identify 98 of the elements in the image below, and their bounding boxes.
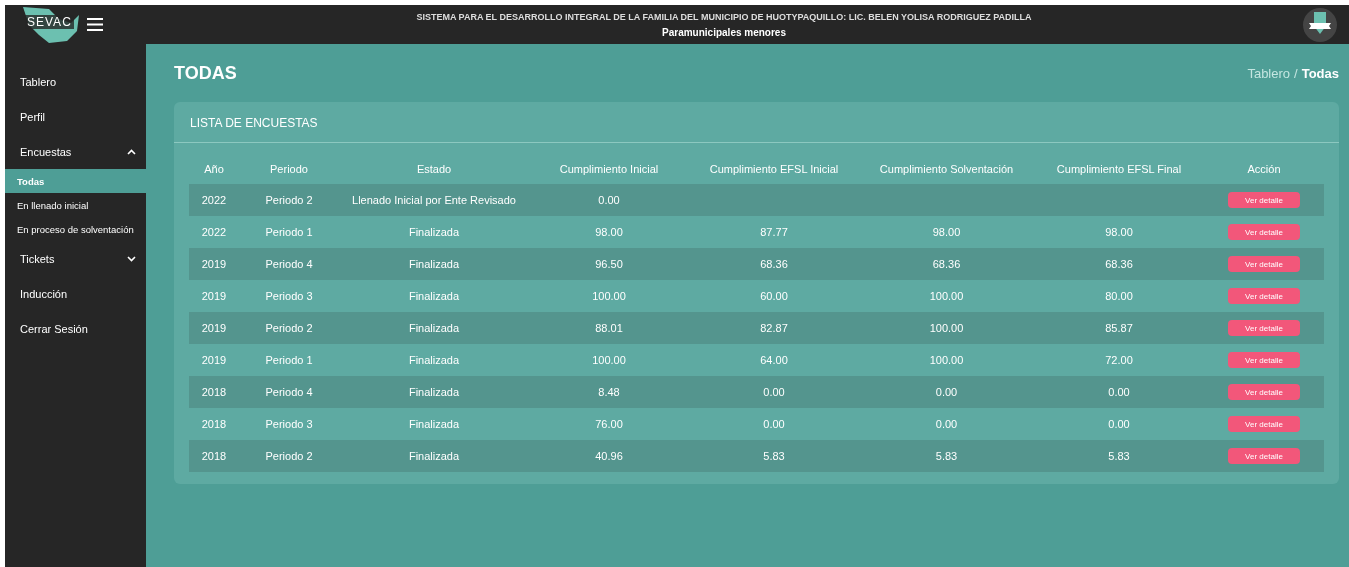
view-detail-button[interactable]: Ver detalle [1228,416,1300,432]
sidebar-subitem[interactable]: En proceso de solventación [5,217,146,241]
table-cell: 82.87 [760,322,788,334]
table-cell: 2022 [201,194,227,206]
column-header: Estado [415,162,453,177]
table-cell: Periodo 1 [265,354,313,366]
table-cell: 76.00 [595,418,623,430]
table-cell: Finalizada [408,226,460,238]
table-cell: Llenado Inicial por Ente Revisado [352,194,516,206]
table-cell: 85.87 [1105,322,1133,334]
table-cell: 98.00 [1105,226,1133,238]
table-cell: 8.48 [598,386,620,398]
table-cell: Periodo 2 [265,194,313,206]
table-cell: 100.00 [929,354,964,366]
table-cell: 88.01 [595,322,623,334]
breadcrumb-separator: / [1294,65,1298,81]
table-cell: 5.83 [763,450,785,462]
sidebar-item[interactable]: Inducción [5,276,146,311]
view-detail-button[interactable]: Ver detalle [1228,288,1300,304]
avatar-icon[interactable] [1303,7,1337,42]
sidebar-group[interactable]: Tickets [5,241,146,276]
view-detail-button[interactable]: Ver detalle [1228,448,1300,464]
table-cell: 60.00 [760,290,788,302]
table-cell: 100.00 [592,290,626,302]
table-cell: 0.00 [1108,386,1130,398]
table-cell: 0.00 [1108,418,1130,430]
card-title: LISTA DE ENCUESTAS [174,102,1339,143]
table-cell: 2019 [201,290,227,302]
table-cell: Finalizada [408,386,460,398]
table-cell: Finalizada [408,258,460,270]
organization-title: SISTEMA PARA EL DESARROLLO INTEGRAL DE LA FAMILIA DEL MUNICIPIO DE HUOTYPAQUILLO: LIC. BELEN YOLISA RODRIGUEZ PADILLA [416,11,1032,23]
table-cell: 2022 [201,226,227,238]
sidebar-item[interactable]: Cerrar Sesión [5,311,146,346]
table-cell: 68.36 [1105,258,1133,270]
table-cell: 100.00 [929,322,964,334]
view-detail-button[interactable]: Ver detalle [1228,320,1300,336]
menu-icon[interactable] [87,18,103,31]
table-cell: 98.00 [595,226,623,238]
organization-subtitle: Paramunicipales menores [662,26,786,38]
table-cell: Finalizada [408,354,460,366]
column-header: Periodo [269,162,309,177]
table-cell: 2019 [201,354,227,366]
table-cell: 64.00 [760,354,788,366]
table-cell: 2019 [201,322,227,334]
table-cell: 100.00 [929,290,964,302]
chevron-down-icon [127,255,136,262]
column-header: Año [203,162,225,177]
table-cell: 2018 [201,450,227,462]
table-cell: 68.36 [932,258,961,270]
table-cell: 98.00 [932,226,961,238]
view-detail-button[interactable]: Ver detalle [1228,256,1300,272]
table-cell: Periodo 2 [265,322,313,334]
table-cell: 0.00 [598,194,620,206]
logo-text: SEVAC [25,15,74,29]
table-cell: Periodo 4 [265,386,313,398]
table-cell: 5.83 [1108,450,1130,462]
sidebar-item[interactable]: Perfil [5,99,146,134]
table-cell: 96.50 [595,258,623,270]
table-cell: 0.00 [935,386,958,398]
sidebar-item[interactable]: Tablero [5,64,146,99]
view-detail-button[interactable]: Ver detalle [1228,352,1300,368]
table-cell: 5.83 [935,450,958,462]
table-cell: 2018 [201,418,227,430]
chevron-up-icon [127,148,136,155]
view-detail-button[interactable]: Ver detalle [1228,224,1300,240]
table-cell: 80.00 [1105,290,1133,302]
sidebar-subitem[interactable]: Todas [5,169,146,193]
page-title: TODAS [174,62,237,84]
table-cell: Finalizada [408,322,460,334]
breadcrumb-item: Todas [1301,65,1339,81]
breadcrumb-item[interactable]: Tablero [1247,65,1291,81]
table-cell: 40.96 [595,450,623,462]
column-header: Cumplimiento Solventación [878,162,1015,177]
table-cell: 0.00 [763,386,785,398]
view-detail-button[interactable]: Ver detalle [1228,192,1300,208]
table-cell: Periodo 1 [265,226,313,238]
table-cell: 2019 [201,258,227,270]
table-cell: 0.00 [935,418,958,430]
table-cell: Finalizada [408,450,460,462]
table-cell: Periodo 3 [265,290,313,302]
column-header: Cumplimiento EFSL Inicial [708,162,840,177]
table-cell: Periodo 4 [265,258,313,270]
column-header: Acción [1246,162,1282,177]
table-cell: Finalizada [408,290,460,302]
table-cell: Periodo 2 [265,450,313,462]
table-cell: Periodo 3 [265,418,313,430]
table-cell: 68.36 [760,258,788,270]
table-cell: 0.00 [763,418,785,430]
column-header: Cumplimiento Inicial [558,162,660,177]
table-cell: 72.00 [1105,354,1133,366]
sidebar-subitem[interactable]: En llenado inicial [5,193,146,217]
view-detail-button[interactable]: Ver detalle [1228,384,1300,400]
table-cell: 87.77 [760,226,788,238]
table-cell: Finalizada [408,418,460,430]
table-cell: 2018 [201,386,227,398]
sidebar-group[interactable]: Encuestas [5,134,146,169]
table-cell: 100.00 [592,354,626,366]
column-header: Cumplimiento EFSL Final [1055,162,1183,177]
